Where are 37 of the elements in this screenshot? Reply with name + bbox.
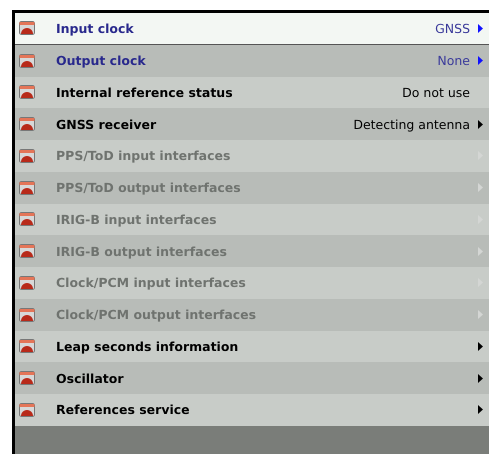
alarm-light-icon [19, 212, 35, 226]
menu-item-label: Leap seconds information [56, 338, 240, 354]
alarm-light-icon [19, 148, 35, 163]
menu-item[interactable]: Input clock GNSS [15, 13, 489, 45]
menu-item-label: Oscillator [56, 370, 124, 386]
alarm-light-icon [19, 117, 35, 132]
menu-item-label: PPS/ToD input interfaces [56, 148, 232, 164]
menu-item-label: Internal reference status [56, 84, 234, 100]
menu-item[interactable]: Output clock None [15, 44, 489, 76]
menu-item[interactable]: Oscillator [15, 362, 489, 394]
alarm-light-icon [19, 276, 35, 290]
menu-item-label: Clock/PCM output interfaces [56, 307, 258, 322]
menu-item-value: Detecting antenna [353, 116, 470, 132]
alarm-light-icon [19, 371, 35, 386]
alarm-light-icon [19, 180, 35, 195]
menu-item-label: IRIG-B output interfaces [56, 244, 228, 259]
alarm-light-icon [19, 85, 35, 100]
alarm-light-icon [19, 21, 35, 36]
menu-item-label: IRIG-B input interfaces [56, 212, 218, 227]
alarm-light-icon [19, 402, 35, 417]
menu-item-label: GNSS receiver [56, 116, 158, 132]
menu-item-value: Do not use [402, 84, 470, 100]
menu-item[interactable]: References service [15, 394, 489, 426]
alarm-light-icon [19, 339, 35, 354]
alarm-light-icon [19, 308, 35, 322]
menu-item[interactable]: Leap seconds information [15, 330, 489, 362]
menu-item-label: Output clock [56, 53, 147, 68]
alarm-light-icon [19, 244, 35, 258]
menu-item-label: Input clock [56, 20, 135, 36]
menu-item-label: PPS/ToD output interfaces [56, 180, 242, 196]
menu-item-value: None [437, 53, 470, 68]
menu-item-value: GNSS [435, 20, 470, 36]
menu-item[interactable]: Internal reference status Do not use [15, 76, 489, 108]
menu-item[interactable]: GNSS receiver Detecting antenna [15, 108, 489, 140]
menu-item-label: References service [56, 402, 191, 418]
alarm-light-icon [19, 54, 35, 68]
menu-item-label: Clock/PCM input interfaces [56, 275, 247, 290]
